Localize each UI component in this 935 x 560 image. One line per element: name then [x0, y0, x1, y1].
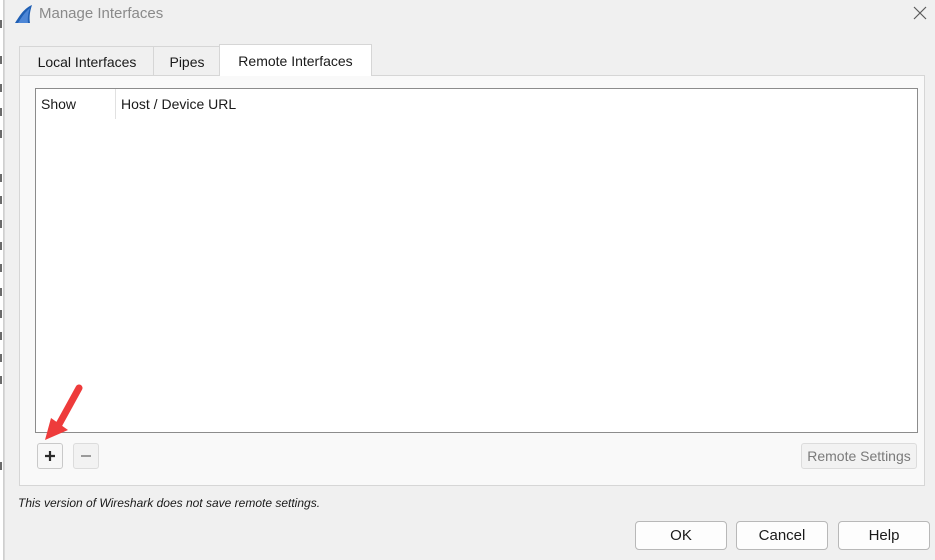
ok-button[interactable]: OK — [635, 521, 727, 550]
manage-interfaces-dialog: Manage Interfaces Local Interfaces Pipes… — [4, 0, 935, 560]
tab-local-interfaces[interactable]: Local Interfaces — [19, 46, 155, 76]
background-window-content — [0, 0, 3, 560]
add-remote-host-button[interactable] — [37, 443, 63, 469]
remote-settings-button[interactable]: Remote Settings — [801, 443, 917, 469]
close-button[interactable] — [908, 2, 932, 24]
column-header-host-device-url[interactable]: Host / Device URL — [116, 89, 917, 119]
remote-interfaces-table[interactable]: Show Host / Device URL — [35, 88, 918, 433]
column-header-show[interactable]: Show — [36, 89, 116, 119]
remove-remote-host-button[interactable] — [73, 443, 99, 469]
tab-remote-interfaces[interactable]: Remote Interfaces — [219, 44, 372, 76]
title-bar: Manage Interfaces — [5, 0, 935, 28]
plus-icon — [45, 451, 55, 461]
help-button[interactable]: Help — [838, 521, 930, 550]
remote-interfaces-panel: Show Host / Device URL Remote Settings — [19, 75, 925, 486]
tab-pipes[interactable]: Pipes — [153, 46, 221, 76]
minus-icon — [81, 455, 91, 457]
close-icon — [913, 6, 927, 20]
window-title: Manage Interfaces — [39, 5, 164, 22]
red-arrow-annotation — [45, 384, 83, 440]
cancel-button[interactable]: Cancel — [736, 521, 828, 550]
table-header: Show Host / Device URL — [36, 89, 917, 119]
wireshark-fin-icon — [15, 5, 32, 23]
remote-settings-note: This version of Wireshark does not save … — [18, 496, 321, 510]
